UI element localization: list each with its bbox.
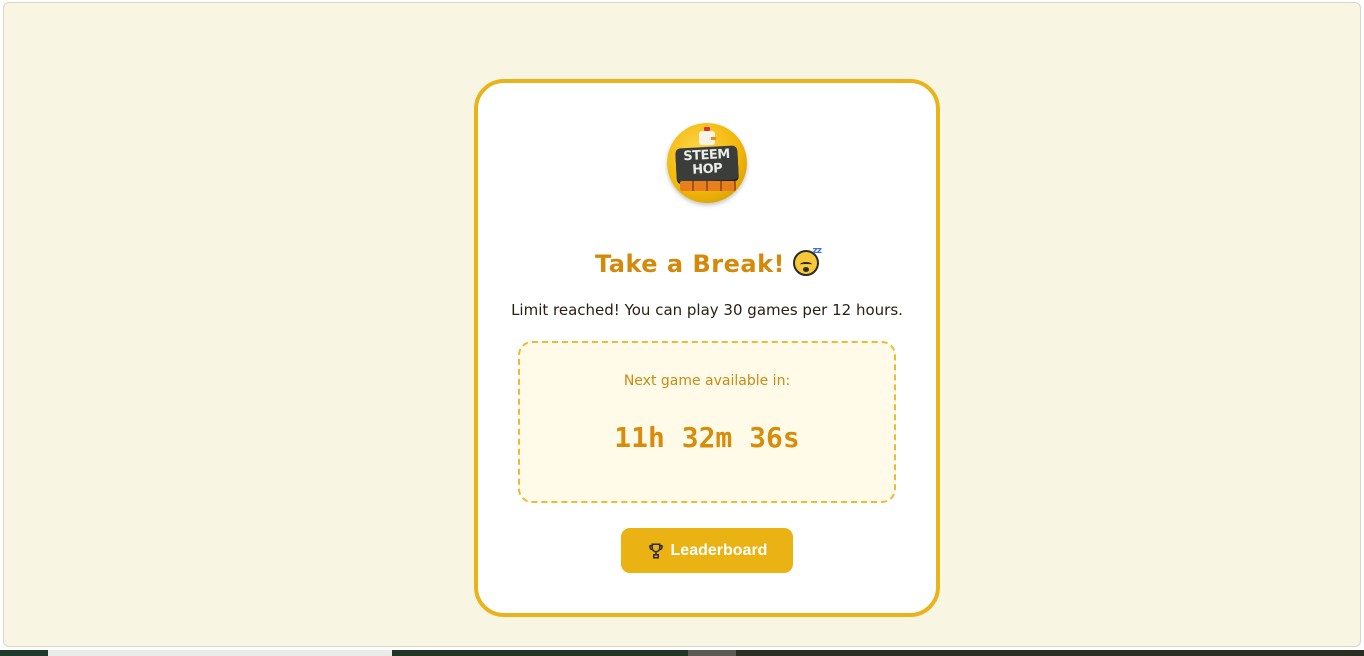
title-text: Take a Break! xyxy=(595,250,785,278)
logo-plate: STEEM HOP xyxy=(675,145,739,183)
take-a-break-card: STEEM HOP Take a Break! zz Limit reached!… xyxy=(474,79,940,617)
limit-message: Limit reached! You can play 30 games per… xyxy=(511,301,903,319)
steem-hop-logo: STEEM HOP xyxy=(667,123,747,203)
leaderboard-button-label: Leaderboard xyxy=(670,541,768,559)
timer-label: Next game available in: xyxy=(623,373,791,389)
bricks-icon xyxy=(680,181,736,191)
logo-text-line2: HOP xyxy=(691,161,723,178)
trophy-icon xyxy=(648,543,663,558)
chicken-icon xyxy=(699,127,716,145)
page-title: Take a Break! zz xyxy=(478,246,936,278)
taskbar-strip xyxy=(0,650,1364,656)
cooldown-timer-box: Next game available in: 11h 32m 36s xyxy=(518,341,896,503)
countdown-timer: 11h 32m 36s xyxy=(614,421,800,454)
page-background: STEEM HOP Take a Break! zz Limit reached!… xyxy=(3,2,1361,647)
sleeping-face-icon: zz xyxy=(792,246,822,276)
leaderboard-button[interactable]: Leaderboard xyxy=(621,528,793,573)
